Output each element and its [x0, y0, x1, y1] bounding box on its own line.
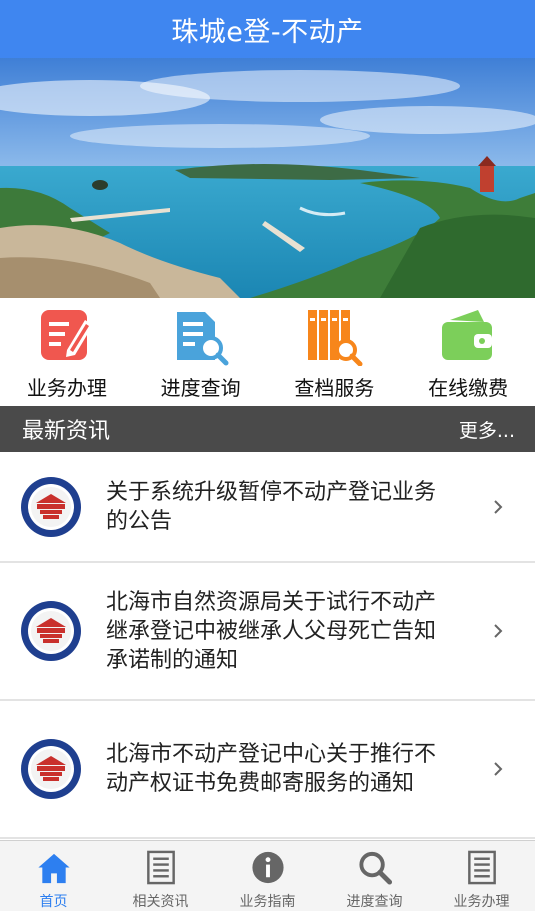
news-item[interactable]: 北海市自然资源局关于试行不动产继承登记中被继承人父母死亡告知承诺制的通知: [0, 563, 535, 701]
chevron-right-icon: [494, 762, 503, 776]
quick-link-label: 进度查询: [160, 376, 241, 400]
banner-carousel[interactable]: [0, 58, 535, 298]
wallet-icon: [442, 310, 493, 360]
tab-label: 业务指南: [239, 894, 296, 910]
quick-link-archive[interactable]: 查档服务: [268, 298, 402, 406]
chevron-right-icon: [494, 499, 503, 514]
banner-image: [0, 58, 535, 298]
top-bar: 珠城e登-不动产: [0, 0, 535, 58]
chevron-right-icon: [494, 624, 503, 638]
news-list: 关于系统升级暂停不动产登记业务的公告 北海市自然资源局关于试行不动产继承登记中被…: [0, 452, 535, 839]
page-title: 珠城e登-不动产: [171, 16, 364, 48]
quick-link-business[interactable]: 业务办理: [0, 298, 134, 406]
tab-label: 首页: [39, 894, 68, 910]
home-icon: [37, 853, 70, 884]
registry-logo-icon: [21, 601, 81, 661]
archive-search-icon: [308, 310, 363, 366]
info-icon: [251, 851, 284, 884]
news-title: 北海市不动产登记中心关于推行不动产权证书免费邮寄服务的通知: [106, 742, 437, 796]
tab-label: 业务办理: [453, 894, 510, 910]
news-title: 北海市自然资源局关于试行不动产继承登记中被继承人父母死亡告知承诺制的通知: [106, 589, 437, 673]
bottom-tab-bar: 首页 相关资讯 业务指南 进度查询 业务办理: [0, 840, 535, 911]
tab-label: 进度查询: [346, 894, 403, 910]
tab-label: 相关资讯: [132, 894, 189, 910]
registry-logo-icon: [21, 476, 81, 537]
news-section-header: 最新资讯 更多...: [0, 406, 535, 452]
quick-link-payment[interactable]: 在线缴费: [401, 298, 535, 406]
registry-logo-icon: [21, 739, 81, 799]
quick-links: 业务办理 进度查询 查档服务 在线缴费: [0, 298, 535, 406]
tab-related-news[interactable]: 相关资讯: [107, 841, 214, 911]
document-list-icon: [467, 850, 496, 885]
search-icon: [358, 851, 392, 885]
quick-link-label: 在线缴费: [428, 376, 509, 400]
news-item[interactable]: 北海市不动产登记中心关于推行不动产权证书免费邮寄服务的通知: [0, 701, 535, 839]
tab-business-handling[interactable]: 业务办理: [428, 841, 535, 911]
document-search-icon: [176, 312, 229, 366]
news-item[interactable]: 关于系统升级暂停不动产登记业务的公告: [0, 452, 535, 563]
quick-link-progress[interactable]: 进度查询: [134, 298, 268, 406]
tab-business-guide[interactable]: 业务指南: [214, 841, 321, 911]
tab-home[interactable]: 首页: [0, 841, 107, 911]
more-news-link[interactable]: 更多...: [459, 416, 515, 443]
quick-link-label: 查档服务: [294, 376, 375, 400]
document-list-icon: [146, 850, 175, 885]
tab-progress-query[interactable]: 进度查询: [321, 841, 428, 911]
news-section-title: 最新资讯: [22, 419, 111, 444]
edit-form-icon: [40, 310, 93, 360]
quick-link-label: 业务办理: [26, 376, 107, 400]
news-title: 关于系统升级暂停不动产登记业务的公告: [106, 479, 437, 534]
